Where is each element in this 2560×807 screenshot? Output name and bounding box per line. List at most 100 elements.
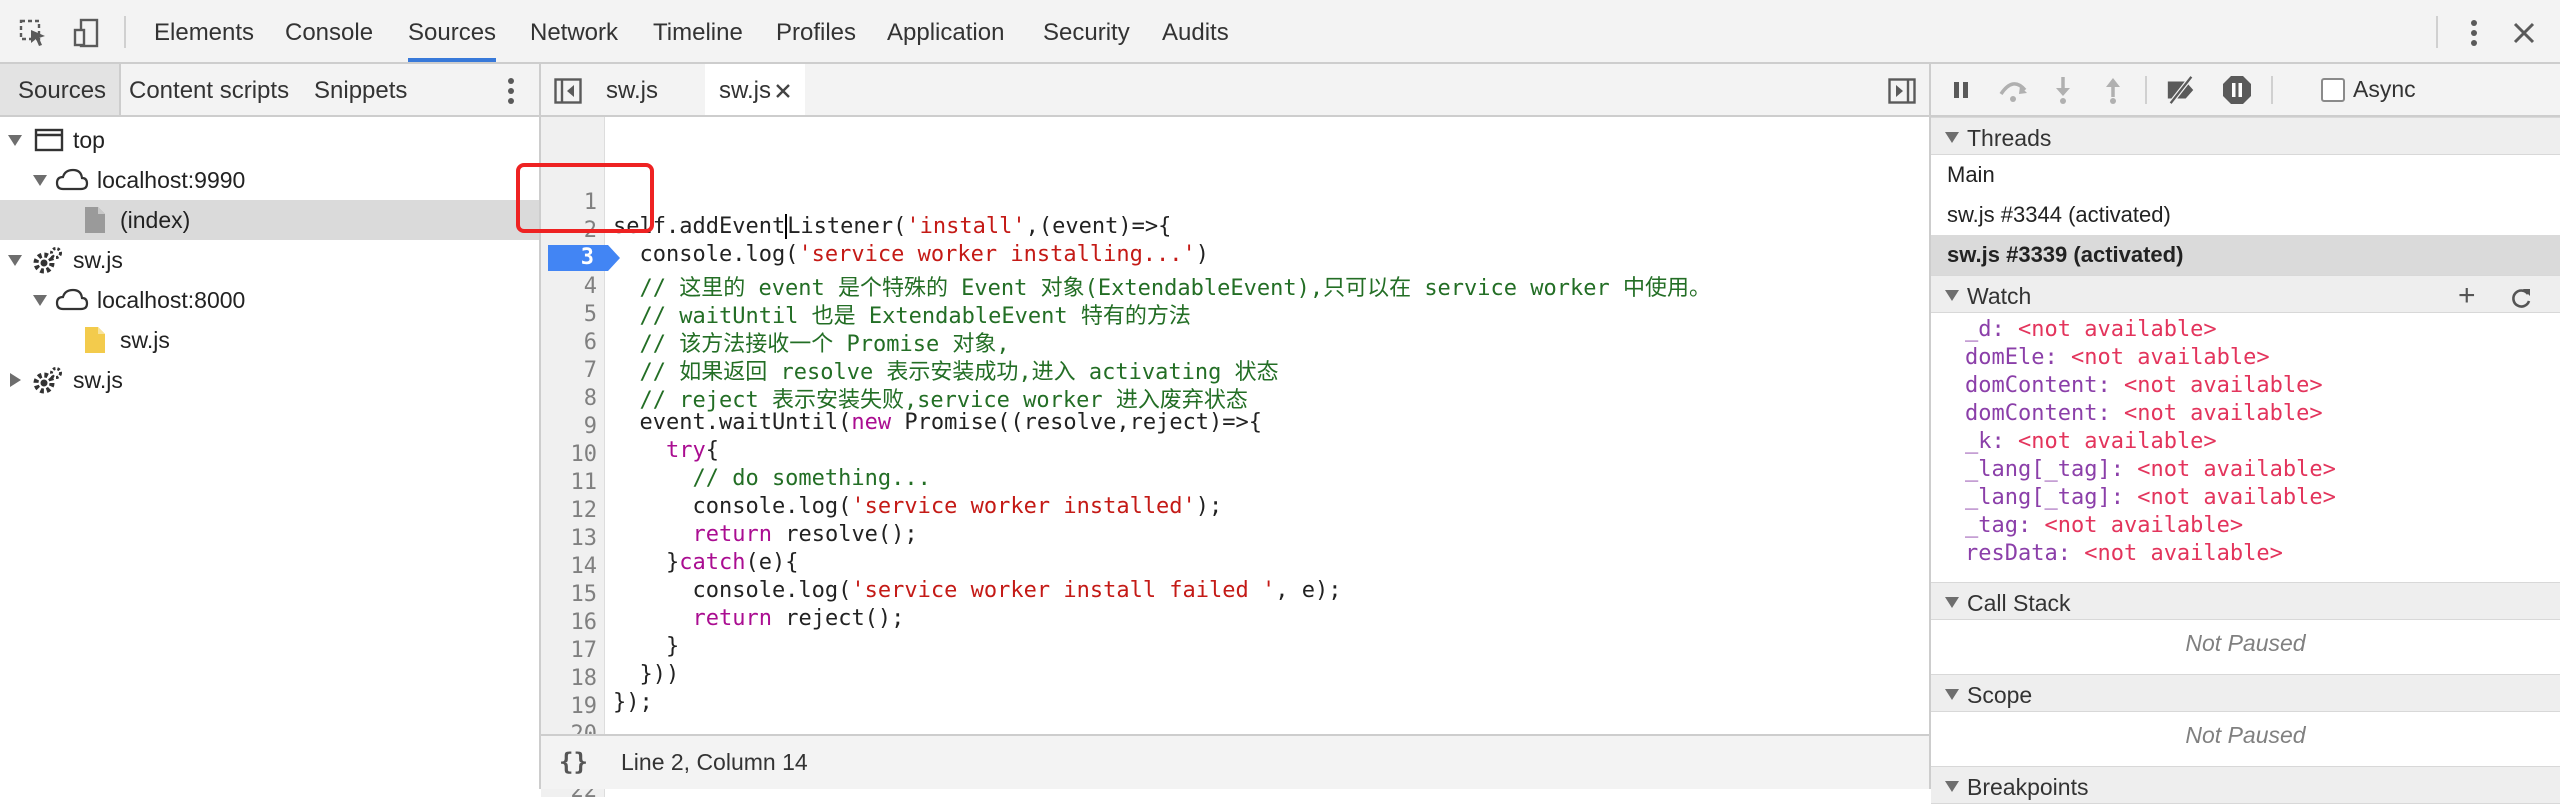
code-line: // waitUntil 也是 ExtendableEvent 特有的方法 [613, 304, 1191, 329]
close-icon[interactable] [2507, 16, 2541, 50]
tab-snippets[interactable]: Snippets [314, 64, 407, 115]
watch-value: <not available> [2070, 345, 2270, 370]
pretty-print-icon[interactable]: {} [559, 748, 588, 776]
expand-triangle-icon[interactable] [1945, 290, 1959, 301]
expand-triangle-icon[interactable] [33, 295, 47, 306]
navigator-pane: Sources Content scripts Snippets top loc… [0, 64, 541, 789]
breakpoint-marker[interactable]: 3 [548, 245, 620, 271]
editor-tab-sw-js[interactable]: sw.js [606, 64, 682, 115]
tab-console[interactable]: Console [285, 0, 373, 62]
scope-section-header[interactable]: Scope [1931, 674, 2560, 712]
expand-triangle-icon[interactable] [1945, 132, 1959, 143]
watch-expression[interactable]: domEle: <not available> [1965, 344, 2270, 372]
pause-on-exceptions-icon[interactable] [2221, 74, 2253, 106]
line-number[interactable]: 15 [541, 582, 598, 607]
async-checkbox[interactable] [2321, 78, 2345, 102]
watch-expression[interactable]: domContent: <not available> [1965, 400, 2323, 428]
step-out-icon[interactable] [2097, 74, 2129, 106]
expand-triangle-icon[interactable] [1945, 781, 1959, 792]
tab-audits[interactable]: Audits [1162, 0, 1229, 62]
frame-icon [34, 126, 64, 154]
tab-profiles[interactable]: Profiles [776, 0, 856, 62]
device-mode-icon[interactable] [70, 16, 104, 50]
expand-triangle-icon[interactable] [33, 175, 47, 186]
toolbar-divider [2145, 76, 2147, 104]
tab-elements[interactable]: Elements [154, 0, 254, 62]
thread-item[interactable]: sw.js #3344 (activated) [1931, 195, 2560, 235]
scope-title: Scope [1967, 682, 2033, 708]
watch-expression[interactable]: _k: <not available> [1965, 428, 2217, 456]
expand-triangle-icon[interactable] [1945, 597, 1959, 608]
watch-name: _lang[_tag] [1965, 457, 2111, 482]
watch-expression[interactable]: _tag: <not available> [1965, 512, 2243, 540]
line-number[interactable]: 14 [541, 554, 598, 579]
line-number[interactable]: 4 [541, 274, 597, 299]
tree-item-sw-js-worker[interactable]: sw.js [0, 240, 539, 280]
step-over-icon[interactable] [1997, 74, 2029, 106]
pause-icon[interactable] [1945, 74, 1977, 106]
navigator-menu-icon[interactable] [494, 74, 528, 108]
tree-item-sw-js-file[interactable]: sw.js [0, 320, 539, 360]
close-tab-icon[interactable] [775, 64, 791, 119]
tree-item-top[interactable]: top [0, 120, 539, 160]
line-number[interactable]: 17 [541, 638, 598, 663]
line-number[interactable]: 9 [541, 414, 597, 439]
tab-application[interactable]: Application [887, 0, 1004, 62]
watch-expression[interactable]: domContent: <not available> [1965, 372, 2323, 400]
tree-item-index[interactable]: (index) [0, 200, 539, 240]
watch-value: <not available> [2137, 457, 2336, 482]
tree-item-localhost-8000[interactable]: localhost:8000 [0, 280, 539, 320]
line-number[interactable]: 19 [541, 694, 598, 719]
deactivate-breakpoints-icon[interactable] [2165, 74, 2197, 106]
tab-security[interactable]: Security [1043, 0, 1130, 62]
thread-item-main[interactable]: Main [1931, 155, 2560, 195]
call-stack-section-header[interactable]: Call Stack [1931, 582, 2560, 620]
scope-status: Not Paused [2185, 722, 2306, 748]
thread-item-selected[interactable]: sw.js #3339 (activated) [1931, 235, 2560, 275]
line-number[interactable]: 11 [541, 470, 598, 495]
breakpoints-section-header[interactable]: Breakpoints [1931, 766, 2560, 804]
line-number[interactable]: 5 [541, 302, 597, 327]
code-line: console.log('service worker installing..… [613, 242, 1210, 267]
watch-value: <not available> [2084, 541, 2283, 566]
code-line: // do something... [613, 466, 931, 491]
toggle-debugger-icon[interactable] [1885, 74, 1919, 108]
tree-label: sw.js [120, 327, 170, 353]
threads-section-header[interactable]: Threads [1931, 117, 2560, 155]
add-expression-icon[interactable]: + [2458, 276, 2476, 316]
line-number[interactable]: 13 [541, 526, 598, 551]
collapse-triangle-icon[interactable] [10, 373, 21, 387]
watch-expression[interactable]: resData: <not available> [1965, 540, 2283, 568]
expand-triangle-icon[interactable] [8, 255, 22, 266]
tree-item-sw-js-worker-2[interactable]: sw.js [0, 360, 539, 400]
step-into-icon[interactable] [2047, 74, 2079, 106]
code-area[interactable]: self.addEventListener('install',(event)=… [541, 64, 1929, 734]
line-number[interactable]: 18 [541, 666, 598, 691]
line-number[interactable]: 16 [541, 610, 598, 635]
line-number[interactable]: 8 [541, 386, 597, 411]
watch-expression[interactable]: _lang[_tag]: <not available> [1965, 456, 2336, 484]
tab-timeline[interactable]: Timeline [653, 0, 743, 62]
tab-network[interactable]: Network [530, 0, 618, 62]
refresh-icon[interactable] [2509, 282, 2533, 322]
watch-value: <not available> [2018, 317, 2217, 342]
watch-expression[interactable]: _d: <not available> [1965, 316, 2217, 344]
tree-item-localhost-9990[interactable]: localhost:9990 [0, 160, 539, 200]
tab-sources-nav[interactable]: Sources [0, 64, 122, 115]
editor-tab-sw-js-active[interactable]: sw.js [705, 64, 805, 115]
line-number[interactable]: 7 [541, 358, 597, 383]
tab-sources[interactable]: Sources [408, 0, 497, 62]
line-number[interactable]: 6 [541, 330, 597, 355]
code-line: // 该方法接收一个 Promise 对象, [613, 332, 1010, 357]
code-line: self.addEventListener('install',(event)=… [613, 214, 1172, 239]
toggle-navigator-icon[interactable] [551, 74, 585, 108]
more-options-icon[interactable] [2457, 16, 2491, 50]
tab-content-scripts[interactable]: Content scripts [129, 64, 289, 115]
inspect-element-icon[interactable] [16, 16, 50, 50]
watch-section-header[interactable]: Watch + [1931, 275, 2560, 313]
watch-expression[interactable]: _lang[_tag]: <not available> [1965, 484, 2336, 512]
line-number[interactable]: 10 [541, 442, 598, 467]
line-number[interactable]: 12 [541, 498, 598, 523]
expand-triangle-icon[interactable] [8, 135, 22, 146]
expand-triangle-icon[interactable] [1945, 689, 1959, 700]
